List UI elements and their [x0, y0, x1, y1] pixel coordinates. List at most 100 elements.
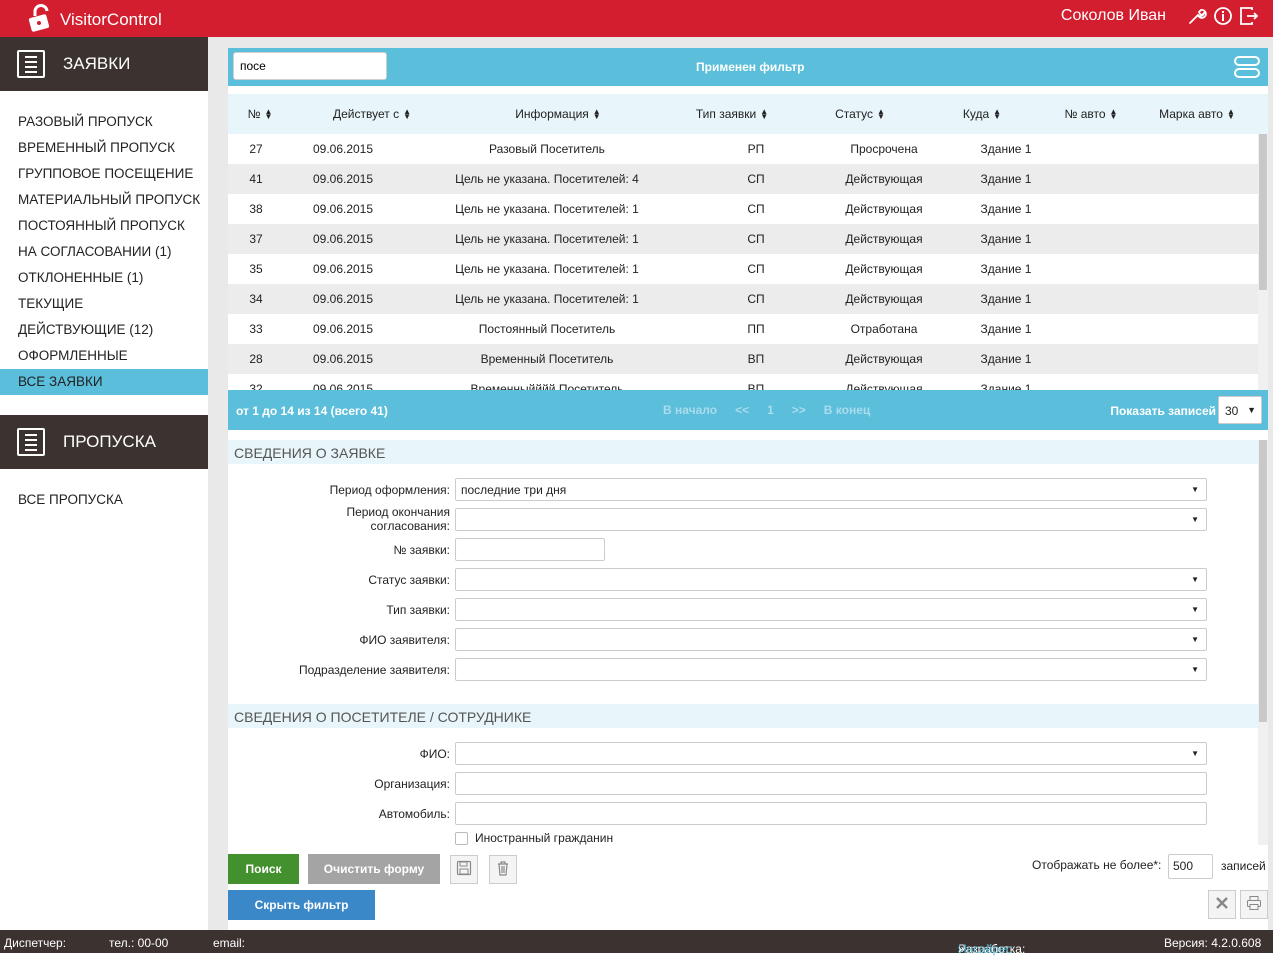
sidebar-item-permanent-pass[interactable]: ПОСТОЯННЫЙ ПРОПУСК	[0, 213, 208, 239]
organization-input[interactable]	[455, 772, 1207, 795]
visitor-section-title: СВЕДЕНИЯ О ПОСЕТИТЕЛЕ / СОТРУДНИКЕ	[228, 704, 1258, 728]
column-header-number[interactable]: № ▲ ▼	[228, 94, 292, 134]
column-header-status[interactable]: Статус ▲ ▼	[800, 94, 920, 134]
table-row[interactable]: 38 09.06.2015 Цель не указана. Посетител…	[228, 194, 1258, 224]
sidebar-item-all-passes[interactable]: ВСЕ ПРОПУСКА	[0, 487, 208, 513]
search-input[interactable]	[233, 52, 387, 80]
pager-next-link[interactable]: >>	[792, 403, 806, 417]
scrollbar-thumb[interactable]	[1259, 134, 1267, 290]
car-row: Автомобиль:	[228, 802, 1258, 826]
info-icon[interactable]	[1213, 6, 1233, 26]
sidebar-item-current[interactable]: ТЕКУЩИЕ	[0, 291, 208, 317]
request-number-row: № заявки:	[228, 538, 1258, 562]
filter-toggle-icon[interactable]	[1234, 55, 1260, 79]
fio-select[interactable]: ▼	[455, 742, 1207, 765]
sidebar-item-rejected[interactable]: ОТКЛОНЕННЫЕ (1)	[0, 265, 208, 291]
department-row: Подразделение заявителя: ▼	[228, 658, 1258, 682]
cell-number: 27	[249, 142, 263, 156]
request-status-label: Статус заявки:	[368, 573, 450, 587]
chevron-down-icon: ▼	[1191, 605, 1199, 614]
sort-icon: ▲ ▼	[1109, 107, 1118, 121]
settings-wrench-icon[interactable]	[1187, 6, 1207, 26]
sidebar-item-material-pass[interactable]: МАТЕРИАЛЬНЫЙ ПРОПУСК	[0, 187, 208, 213]
cell-date: 09.06.2015	[312, 262, 374, 276]
export-excel-button[interactable]	[1208, 890, 1236, 919]
table-row[interactable]: 35 09.06.2015 Цель не указана. Посетител…	[228, 254, 1258, 284]
sidebar-item-one-time-pass[interactable]: РАЗОВЫЙ ПРОПУСК	[0, 109, 208, 135]
table-row[interactable]: 37 09.06.2015 Цель не указана. Посетител…	[228, 224, 1258, 254]
car-input[interactable]	[455, 802, 1207, 825]
column-header-destination[interactable]: Куда ▲ ▼	[920, 94, 1044, 134]
pager-page-link[interactable]: 1	[767, 403, 774, 417]
scrollbar-thumb[interactable]	[1259, 440, 1267, 722]
column-header-car-number[interactable]: № авто ▲ ▼	[1044, 94, 1138, 134]
sort-icon: ▲ ▼	[264, 107, 273, 121]
logout-icon[interactable]	[1239, 6, 1259, 26]
developer-link[interactable]: Инсайрес	[958, 942, 1012, 956]
sidebar-item-issued[interactable]: ОФОРМЛЕННЫЕ	[0, 343, 208, 369]
sort-icon: ▲ ▼	[592, 107, 601, 121]
table-row[interactable]: 34 09.06.2015 Цель не указана. Посетител…	[228, 284, 1258, 314]
request-type-select[interactable]: ▼	[455, 598, 1207, 621]
car-label: Автомобиль:	[378, 807, 450, 821]
limit-input[interactable]: 500	[1168, 854, 1213, 879]
cell-status: Действующая	[845, 232, 923, 246]
save-filter-button[interactable]	[450, 855, 478, 884]
table-row[interactable]: 33 09.06.2015 Постоянный Посетитель ПП О…	[228, 314, 1258, 344]
cell-date: 09.06.2015	[312, 352, 374, 366]
table-row[interactable]: 28 09.06.2015 Временный Посетитель ВП Де…	[228, 344, 1258, 374]
period-select[interactable]: последние три дня ▼	[455, 478, 1207, 501]
sidebar-item-temporary-pass[interactable]: ВРЕМЕННЫЙ ПРОПУСК	[0, 135, 208, 161]
cell-type: РП	[747, 142, 765, 156]
app-logo[interactable]: VisitorControl	[26, 4, 162, 35]
dispatcher-label: Диспетчер:	[4, 936, 67, 950]
pager-first-link[interactable]: В начало	[663, 403, 717, 417]
column-header-valid-from[interactable]: Действует с ▲ ▼	[292, 94, 452, 134]
sort-icon: ▲ ▼	[1226, 107, 1235, 121]
table-row[interactable]: 32 09.06.2015 Временныйййй Посетитель ВП…	[228, 374, 1258, 390]
delete-filter-button[interactable]	[489, 855, 517, 884]
page-size-label: Показать записей	[1110, 404, 1216, 418]
sort-icon: ▲ ▼	[877, 107, 885, 121]
sidebar-item-all-requests[interactable]: ВСЕ ЗАЯВКИ	[0, 369, 208, 395]
applicant-select[interactable]: ▼	[455, 628, 1207, 651]
sidebar-item-pending-approval[interactable]: НА СОГЛАСОВАНИИ (1)	[0, 239, 208, 265]
cell-info: Цель не указана. Посетителей: 1	[455, 292, 639, 306]
clear-form-button[interactable]: Очистить форму	[308, 854, 440, 884]
column-header-car-brand[interactable]: Марка авто ▲ ▼	[1138, 94, 1256, 134]
approval-period-row: Период окончания согласования: ▼	[228, 505, 1258, 533]
pager-bar: от 1 до 14 из 14 (всего 41) В начало << …	[228, 390, 1268, 430]
sidebar-item-group-visit[interactable]: ГРУППОВОЕ ПОСЕЩЕНИЕ	[0, 161, 208, 187]
table-row[interactable]: 41 09.06.2015 Цель не указана. Посетител…	[228, 164, 1258, 194]
foreign-citizen-label: Иностранный гражданин	[475, 831, 614, 845]
page-size-select[interactable]: 30 ▼	[1218, 396, 1262, 424]
floppy-disk-icon	[456, 860, 472, 879]
request-number-input[interactable]	[455, 538, 605, 561]
cell-info: Временныйййй Посетитель	[470, 382, 624, 390]
approval-period-select[interactable]: ▼	[455, 508, 1207, 531]
sidebar-header-requests[interactable]: ЗАЯВКИ	[0, 37, 208, 91]
foreign-citizen-checkbox[interactable]	[455, 831, 468, 845]
cell-date: 09.06.2015	[312, 172, 374, 186]
fio-label: ФИО:	[419, 747, 450, 761]
hide-filter-button[interactable]: Скрыть фильтр	[228, 890, 375, 920]
user-name[interactable]: Соколов Иван	[1061, 7, 1166, 25]
print-button[interactable]	[1240, 890, 1268, 919]
column-header-information[interactable]: Информация ▲ ▼	[452, 94, 664, 134]
sidebar-item-active[interactable]: ДЕЙСТВУЮЩИЕ (12)	[0, 317, 208, 343]
request-status-select[interactable]: ▼	[455, 568, 1207, 591]
version-label: Версия: 4.2.0.608	[1164, 936, 1262, 950]
pager-last-link[interactable]: В конец	[824, 403, 870, 417]
foreign-citizen-row: Иностранный гражданин	[455, 831, 613, 845]
search-button[interactable]: Поиск	[228, 854, 299, 884]
department-select[interactable]: ▼	[455, 658, 1207, 681]
form-scrollbar[interactable]	[1258, 440, 1268, 845]
cell-type: СП	[747, 292, 765, 306]
sidebar-header-passes[interactable]: ПРОПУСКА	[0, 415, 208, 469]
pager-prev-link[interactable]: <<	[735, 403, 749, 417]
table-row[interactable]: 27 09.06.2015 Разовый Посетитель РП Прос…	[228, 134, 1258, 164]
department-label: Подразделение заявителя:	[298, 663, 450, 677]
list-icon	[17, 50, 45, 78]
column-header-request-type[interactable]: Тип заявки ▲ ▼	[664, 94, 800, 134]
table-scrollbar[interactable]	[1258, 134, 1268, 390]
